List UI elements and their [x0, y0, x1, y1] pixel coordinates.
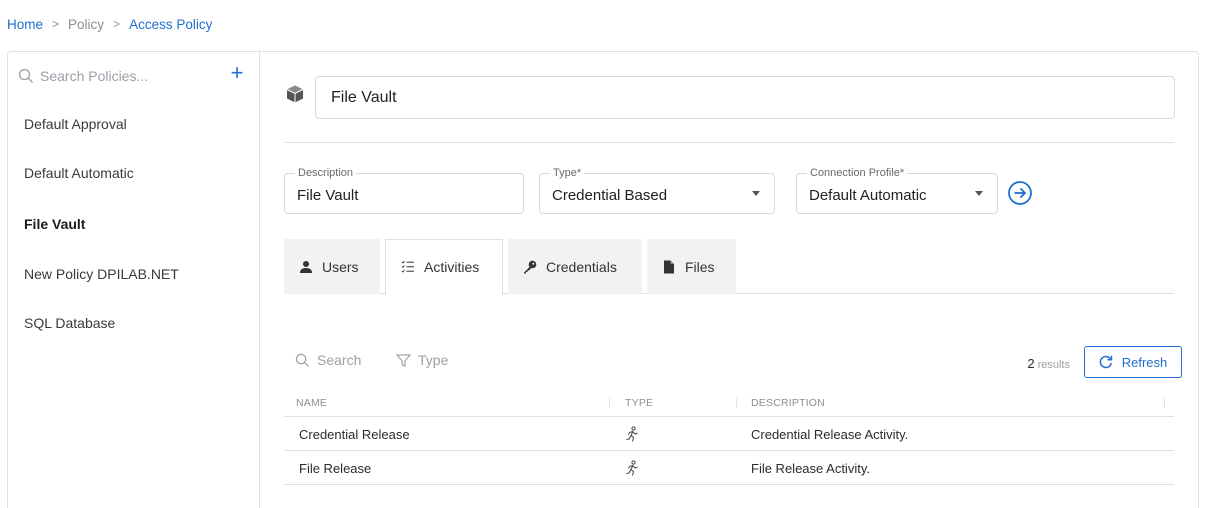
- cell-description: File Release Activity.: [751, 461, 870, 476]
- tab-credentials[interactable]: Credentials: [508, 239, 642, 294]
- column-header-name[interactable]: NAME: [296, 397, 327, 409]
- connection-profile-value: Default Automatic: [809, 187, 927, 204]
- policy-sidebar: + Default Approval Default Automatic Fil…: [8, 52, 260, 508]
- type-filter[interactable]: Type: [396, 352, 448, 368]
- breadcrumb-policy[interactable]: Policy: [68, 17, 104, 32]
- description-label: Description: [295, 167, 357, 180]
- cell-description: Credential Release Activity.: [751, 427, 909, 442]
- policy-search: +: [18, 62, 248, 88]
- description-value: File Vault: [297, 187, 359, 204]
- breadcrumb-current[interactable]: Access Policy: [129, 17, 212, 32]
- search-icon: [18, 68, 33, 83]
- file-icon: [664, 260, 674, 273]
- results-count: 2 results: [1027, 356, 1070, 371]
- tab-credentials-label: Credentials: [546, 258, 617, 275]
- refresh-icon: [1099, 355, 1112, 369]
- user-icon: [300, 260, 312, 273]
- list-icon: [401, 260, 414, 273]
- tab-files[interactable]: Files: [647, 239, 736, 294]
- policy-search-input[interactable]: [40, 68, 210, 84]
- sidebar-item-sql-database[interactable]: SQL Database: [24, 315, 115, 331]
- policy-panel: + Default Approval Default Automatic Fil…: [7, 51, 1199, 508]
- breadcrumb: Home > Policy > Access Policy: [7, 15, 212, 33]
- refresh-label: Refresh: [1121, 354, 1168, 370]
- search-icon: [295, 353, 310, 367]
- breadcrumb-separator: >: [52, 17, 60, 31]
- type-value: Credential Based: [552, 187, 668, 204]
- running-person-icon: [626, 426, 638, 442]
- running-person-icon: [626, 460, 638, 476]
- tab-activities-label: Activities: [424, 259, 480, 275]
- column-header-description[interactable]: DESCRIPTION: [751, 397, 825, 409]
- column-resize-handle[interactable]: [736, 398, 737, 407]
- cube-icon: [286, 85, 304, 103]
- arrow-right-circle-icon[interactable]: [1007, 180, 1033, 206]
- sidebar-item-file-vault[interactable]: File Vault: [24, 216, 85, 232]
- breadcrumb-home[interactable]: Home: [7, 17, 43, 32]
- results-number: 2: [1027, 356, 1035, 371]
- description-field[interactable]: Description File Vault: [284, 167, 524, 214]
- sidebar-item-default-approval[interactable]: Default Approval: [24, 116, 127, 132]
- table-header: NAME TYPE DESCRIPTION: [284, 389, 1174, 417]
- table-row[interactable]: File Release File Release Activity.: [284, 451, 1174, 485]
- filter-icon: [396, 353, 411, 367]
- type-filter-label: Type: [418, 352, 449, 368]
- divider: [284, 142, 1174, 143]
- cell-name: File Release: [299, 461, 372, 476]
- tab-users-label: Users: [322, 258, 359, 275]
- type-label: Type*: [550, 167, 585, 180]
- cell-name: Credential Release: [299, 427, 410, 442]
- tab-activities[interactable]: Activities: [385, 239, 503, 295]
- refresh-button[interactable]: Refresh: [1084, 346, 1182, 378]
- policy-name-field[interactable]: File Vault: [315, 76, 1175, 119]
- connection-profile-label: Connection Profile*: [807, 167, 908, 180]
- connection-profile-select[interactable]: Connection Profile* Default Automatic: [796, 167, 998, 214]
- policy-detail: File Vault Description File Vault Type* …: [284, 52, 1182, 508]
- policy-name-row: File Vault: [284, 76, 1175, 120]
- chevron-down-icon: [752, 191, 760, 196]
- search-label: Search: [317, 352, 362, 368]
- tab-files-label: Files: [685, 258, 715, 275]
- activities-search[interactable]: Search: [295, 352, 361, 368]
- column-resize-handle[interactable]: [609, 398, 610, 407]
- key-icon: [524, 260, 537, 273]
- column-header-type[interactable]: TYPE: [625, 397, 653, 409]
- chevron-down-icon: [975, 191, 983, 196]
- table-row[interactable]: Credential Release Credential Release Ac…: [284, 417, 1174, 451]
- breadcrumb-separator: >: [113, 17, 121, 31]
- results-label: results: [1037, 359, 1070, 371]
- activities-toolbar: Search Type 2 results Refresh: [284, 346, 1182, 378]
- add-policy-button[interactable]: +: [226, 62, 248, 86]
- type-select[interactable]: Type* Credential Based: [539, 167, 775, 214]
- column-resize-handle[interactable]: [1164, 398, 1165, 407]
- policy-tabs: Users Activities Credentials Files: [284, 239, 1174, 295]
- sidebar-item-new-policy-dpilab[interactable]: New Policy DPILAB.NET: [24, 266, 179, 282]
- activities-table: NAME TYPE DESCRIPTION Credential Release…: [284, 389, 1174, 485]
- sidebar-item-default-automatic[interactable]: Default Automatic: [24, 165, 134, 181]
- tab-users[interactable]: Users: [284, 239, 380, 294]
